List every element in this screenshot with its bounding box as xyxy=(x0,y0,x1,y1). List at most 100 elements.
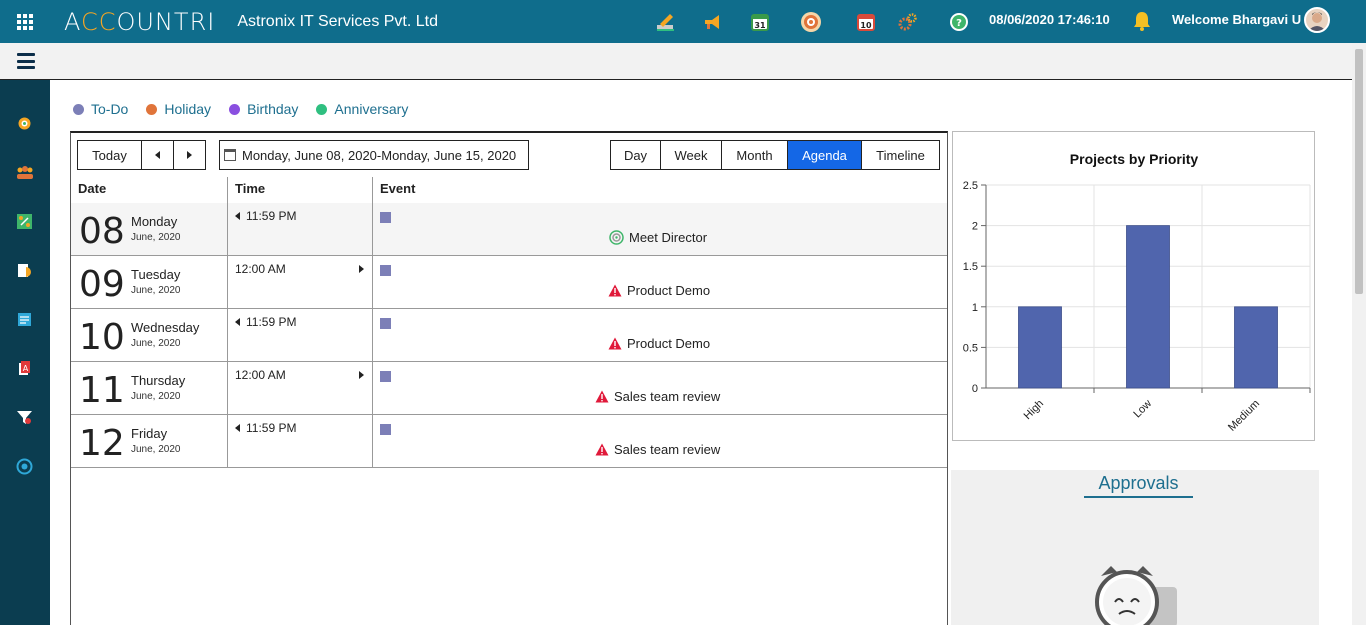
task-edit-icon[interactable] xyxy=(654,10,678,34)
today-button[interactable]: Today xyxy=(77,140,142,170)
sidebar: A xyxy=(0,80,50,625)
day-month: June, 2020 xyxy=(131,338,181,349)
warning-icon xyxy=(608,284,622,297)
approvals-title[interactable]: Approvals xyxy=(1084,473,1193,498)
chart-ytick-label: 0.5 xyxy=(963,342,978,354)
view-agenda-button[interactable]: Agenda xyxy=(788,141,862,169)
view-switcher: Day Week Month Agenda Timeline xyxy=(610,140,940,170)
next-arrow-icon xyxy=(187,151,192,159)
sidebar-dashboard-icon[interactable] xyxy=(16,115,33,132)
sidebar-documents-icon[interactable]: A xyxy=(16,360,33,377)
event-time: 11:59 PM xyxy=(246,209,297,223)
day-number: 08 xyxy=(79,211,125,252)
day-number: 12 xyxy=(79,423,125,464)
view-month-button[interactable]: Month xyxy=(722,141,788,169)
chart-bar xyxy=(1018,306,1062,389)
svg-text:10: 10 xyxy=(860,21,872,30)
agenda-row[interactable]: 10 Wednesday June, 2020 11:59 PM Product… xyxy=(71,309,947,362)
sidebar-modules-icon[interactable] xyxy=(16,213,33,230)
sidebar-settings-icon[interactable] xyxy=(16,458,33,475)
chart-ytick-label: 2 xyxy=(972,221,978,233)
event-item[interactable]: Meet Director xyxy=(609,230,707,245)
chart-canvas: Projects by Priority 0 0.5 1 1.5 2 2.5 High Low M… xyxy=(963,151,1311,434)
event-title: Sales team review xyxy=(614,389,721,404)
day-name: Thursday xyxy=(131,373,186,388)
calendar-10-icon[interactable]: 10 xyxy=(854,10,878,34)
warning-icon xyxy=(595,443,609,456)
legend-todo-dot xyxy=(73,103,84,115)
continues-left-arrow-icon xyxy=(235,212,240,220)
day-name: Wednesday xyxy=(131,320,200,335)
event-time: 11:59 PM xyxy=(246,421,297,435)
scrollbar-thumb[interactable] xyxy=(1355,49,1363,294)
date-range-text: Monday, June 08, 2020-Monday, June 15, 2… xyxy=(242,147,517,163)
event-item[interactable]: Product Demo xyxy=(608,283,710,298)
company-name: Astronix IT Services Pvt. Ltd xyxy=(237,12,439,30)
event-title: Meet Director xyxy=(629,230,708,245)
event-legend: To-Do Holiday Birthday Anniversary xyxy=(73,101,408,117)
legend-birthday-label: Birthday xyxy=(247,101,299,117)
day-month: June, 2020 xyxy=(131,232,181,243)
app-logo[interactable]: ACCOUNTRI xyxy=(64,8,215,36)
sidebar-filter-icon[interactable] xyxy=(16,409,33,426)
apps-grid-icon[interactable] xyxy=(0,0,50,43)
legend-anniversary: Anniversary xyxy=(316,101,408,117)
event-title: Sales team review xyxy=(614,442,721,457)
agenda-row[interactable]: 11 Thursday June, 2020 12:00 AM Sales te… xyxy=(71,362,947,415)
day-name: Tuesday xyxy=(131,267,181,282)
view-week-button[interactable]: Week xyxy=(661,141,722,169)
page-scrollbar[interactable] xyxy=(1352,43,1366,625)
view-timeline-button[interactable]: Timeline xyxy=(862,141,939,169)
day-number: 10 xyxy=(79,317,125,358)
prev-button[interactable] xyxy=(141,140,174,170)
todo-marker xyxy=(380,318,391,329)
calendar-icon xyxy=(224,149,236,161)
sidebar-reports-icon[interactable] xyxy=(16,262,33,279)
agenda-scheduler: Today Monday, June 08, 2020-Monday, June… xyxy=(70,131,948,625)
continues-right-arrow-icon xyxy=(359,265,364,273)
legend-todo-label: To-Do xyxy=(91,101,129,117)
legend-holiday: Holiday xyxy=(146,101,211,117)
legend-holiday-dot xyxy=(146,103,158,115)
legend-birthday: Birthday xyxy=(229,101,298,117)
view-day-button[interactable]: Day xyxy=(611,141,661,169)
todo-marker xyxy=(380,424,391,435)
megaphone-icon[interactable] xyxy=(701,10,725,34)
event-time: 12:00 AM xyxy=(235,262,286,276)
date-range-picker[interactable]: Monday, June 08, 2020-Monday, June 15, 2… xyxy=(219,140,529,170)
legend-todo: To-Do xyxy=(73,101,128,117)
day-month: June, 2020 xyxy=(131,444,181,455)
projects-priority-chart: Projects by Priority 0 0.5 1 1.5 2 2.5 High Low M… xyxy=(952,131,1315,441)
event-item[interactable]: Sales team review xyxy=(595,442,720,457)
event-item[interactable]: Product Demo xyxy=(608,336,710,351)
legend-anniversary-dot xyxy=(316,103,328,115)
welcome-user[interactable]: Welcome Bhargavi U xyxy=(1172,12,1301,27)
agenda-row[interactable]: 12 Friday June, 2020 11:59 PM Sales team… xyxy=(71,415,947,468)
help-icon[interactable]: ? xyxy=(947,10,971,34)
menu-toggle-icon[interactable] xyxy=(17,53,35,69)
calendar-31-icon[interactable]: 31 xyxy=(748,10,772,34)
warning-icon xyxy=(595,390,609,403)
todo-marker xyxy=(380,265,391,276)
current-datetime: 08/06/2020 17:46:10 xyxy=(989,12,1110,27)
chart-xtick-label: Low xyxy=(1131,398,1154,421)
continues-left-arrow-icon xyxy=(235,318,240,326)
event-item[interactable]: Sales team review xyxy=(595,389,720,404)
next-button[interactable] xyxy=(173,140,206,170)
legend-holiday-label: Holiday xyxy=(164,101,212,117)
agenda-row[interactable]: 08 Monday June, 2020 11:59 PM Meet Direc… xyxy=(71,203,947,256)
svg-text:A: A xyxy=(23,364,29,373)
chart-ytick-label: 1 xyxy=(972,302,978,314)
column-header-time: Time xyxy=(235,181,266,196)
agenda-row[interactable]: 09 Tuesday June, 2020 12:00 AM Product D… xyxy=(71,256,947,309)
sidebar-notes-icon[interactable] xyxy=(16,311,33,328)
alarm-clock-icon xyxy=(1087,562,1177,625)
notification-bell-icon[interactable] xyxy=(1132,10,1152,32)
chart-ytick-label: 2.5 xyxy=(963,180,978,192)
gears-icon[interactable] xyxy=(896,10,920,34)
event-title: Product Demo xyxy=(627,283,711,298)
sidebar-users-icon[interactable] xyxy=(16,164,33,181)
user-avatar[interactable] xyxy=(1304,7,1330,33)
chart-bar xyxy=(1126,225,1170,389)
target-icon[interactable] xyxy=(799,10,823,34)
